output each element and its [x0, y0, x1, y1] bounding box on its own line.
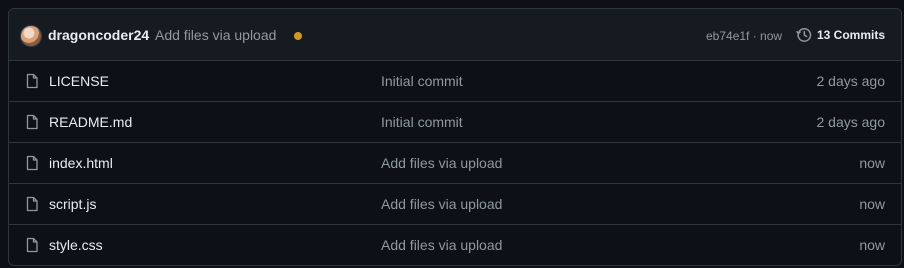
file-row[interactable]: LICENSE Initial commit 2 days ago	[9, 61, 901, 102]
commit-author-link[interactable]: dragoncoder24	[48, 27, 149, 43]
avatar[interactable]	[21, 26, 41, 46]
file-commit-age: 2 days ago	[816, 73, 886, 89]
file-commit-message-link[interactable]: Initial commit	[381, 114, 463, 130]
file-icon	[26, 155, 38, 171]
file-commit-age: now	[859, 196, 885, 212]
file-commit-message-link[interactable]: Add files via upload	[381, 155, 502, 171]
file-icon	[26, 73, 38, 89]
file-commit-message-link[interactable]: Initial commit	[381, 73, 463, 89]
latest-commit-bar: dragoncoder24 Add files via upload eb74e…	[9, 9, 901, 61]
file-commit-age: now	[859, 155, 885, 171]
file-name-link[interactable]: script.js	[49, 196, 96, 212]
file-commit-message-link[interactable]: Add files via upload	[381, 237, 502, 253]
file-icon	[26, 196, 38, 212]
history-icon[interactable]	[796, 27, 812, 43]
file-browser: dragoncoder24 Add files via upload eb74e…	[8, 8, 902, 266]
file-row[interactable]: style.css Add files via upload now	[9, 225, 901, 265]
file-icon	[26, 237, 38, 253]
file-row[interactable]: index.html Add files via upload now	[9, 143, 901, 184]
file-row[interactable]: script.js Add files via upload now	[9, 184, 901, 225]
file-row[interactable]: README.md Initial commit 2 days ago	[9, 102, 901, 143]
file-name-link[interactable]: README.md	[49, 114, 132, 130]
commit-status-icon[interactable]	[294, 32, 302, 40]
file-name-link[interactable]: LICENSE	[49, 73, 109, 89]
file-name-link[interactable]: index.html	[49, 155, 113, 171]
commit-sha-link[interactable]: eb74e1f · now	[706, 29, 782, 43]
file-commit-age: 2 days ago	[816, 114, 886, 130]
file-icon	[26, 114, 38, 130]
commits-count-link[interactable]: 13 Commits	[817, 28, 885, 42]
file-commit-message-link[interactable]: Add files via upload	[381, 196, 502, 212]
file-name-link[interactable]: style.css	[49, 237, 103, 253]
file-commit-age: now	[859, 237, 885, 253]
latest-commit-message-link[interactable]: Add files via upload	[155, 27, 276, 43]
